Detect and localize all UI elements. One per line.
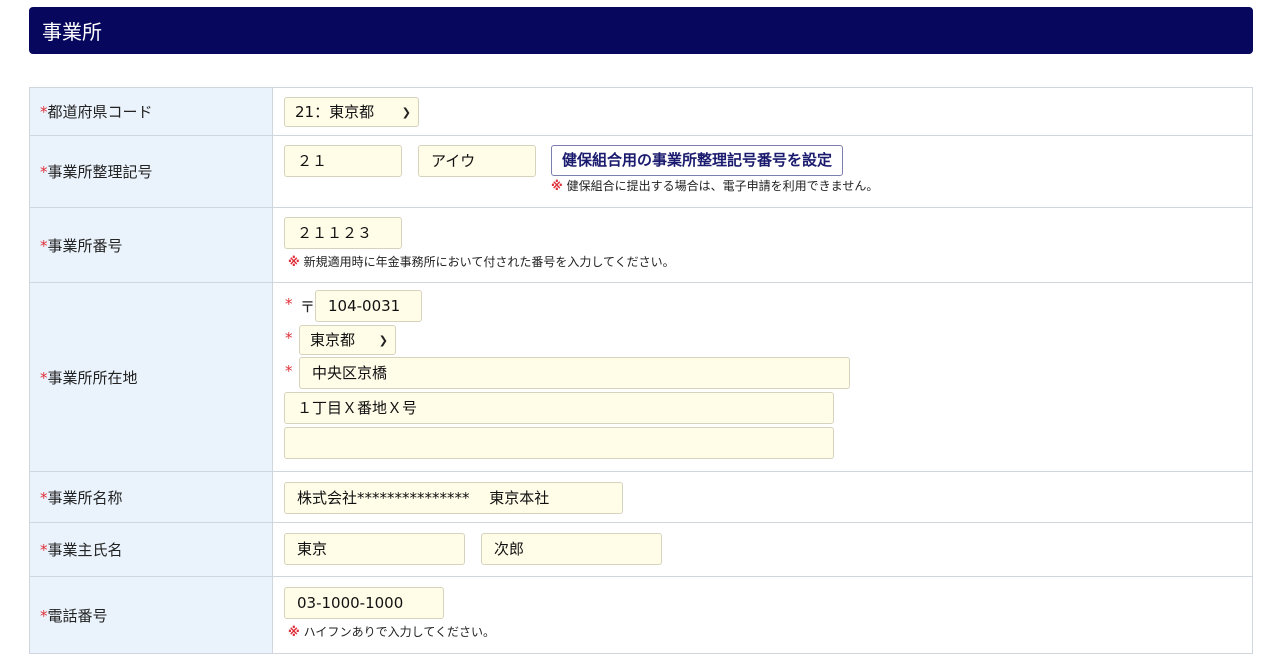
office-number-note-text: 新規適用時に年金事務所において付された番号を入力してください。 [303,255,675,269]
phone-note: ※ ハイフンありで入力してください。 [288,623,495,640]
row-address: *事業所所在地 * 〒 104-0031 * 東京都 ❯ * 中央区京橋 １丁目… [29,282,1253,472]
phone-input[interactable]: 03-1000-1000 [284,587,444,619]
required-mark: * [40,541,48,559]
value-cell: 21：東京都 ❯ [272,87,1253,136]
value-cell: 東京 次郎 [272,522,1253,577]
section-title: 事業所 [42,20,102,44]
office-symbol-note-text: 健保組合に提出する場合は、電子申請を利用できません。 [566,179,879,193]
office-symbol-label: 事業所整理記号 [47,163,153,181]
pref-code-value: 21：東京都 [295,103,375,121]
owner-name-label: 事業主氏名 [47,541,123,559]
value-cell: ２１１２３ ※ 新規適用時に年金事務所において付された番号を入力してください。 [272,207,1253,283]
city-input[interactable]: 中央区京橋 [299,357,850,389]
street-input[interactable]: １丁目Ｘ番地Ｘ号 [284,392,834,424]
note-mark: ※ [551,179,563,193]
label-cell: *事業所整理記号 [29,135,273,208]
owner-first-name-input[interactable]: 次郎 [481,533,662,565]
office-name-label: 事業所名称 [47,488,123,507]
chevron-down-icon: ❯ [401,106,411,119]
row-office-symbol: *事業所整理記号 ２１ アイウ 健保組合用の事業所整理記号番号を設定 ※ 健保組合… [29,135,1253,208]
note-mark: ※ [288,255,300,269]
required-mark: * [40,236,48,255]
owner-last-name-input[interactable]: 東京 [284,533,465,565]
chevron-down-icon: ❯ [378,334,388,347]
office-name-input[interactable]: 株式会社*************** 東京本社 [284,482,623,514]
label-cell: *事業主氏名 [29,522,273,577]
row-office-number: *事業所番号 ２１１２３ ※ 新規適用時に年金事務所において付された番号を入力して… [29,207,1253,283]
phone-label: 電話番号 [47,606,108,625]
value-cell: * 〒 104-0031 * 東京都 ❯ * 中央区京橋 １丁目Ｘ番地Ｘ号 [272,282,1253,472]
label-cell: *都道府県コード [29,87,273,136]
required-mark: * [285,295,293,313]
value-cell: 株式会社*************** 東京本社 [272,471,1253,523]
building-input[interactable] [284,427,834,459]
row-pref-code: *都道府県コード 21：東京都 ❯ [29,87,1253,136]
label-cell: *事業所所在地 [29,282,273,472]
office-form-table: *都道府県コード 21：東京都 ❯ *事業所整理記号 ２１ アイウ 健保組合用の… [29,87,1253,654]
postal-mark: 〒 [300,298,316,316]
required-mark: * [40,368,48,387]
required-mark: * [40,488,48,507]
office-symbol-input-1[interactable]: ２１ [284,145,402,177]
pref-code-label: 都道府県コード [47,103,153,121]
office-number-label: 事業所番号 [47,236,123,255]
postal-code-input[interactable]: 104-0031 [315,290,422,322]
row-phone: *電話番号 03-1000-1000 ※ ハイフンありで入力してください。 [29,576,1253,654]
note-mark: ※ [288,625,300,639]
required-mark: * [285,329,293,347]
label-cell: *事業所名称 [29,471,273,523]
required-mark: * [40,163,48,181]
value-cell: ２１ アイウ 健保組合用の事業所整理記号番号を設定 ※ 健保組合に提出する場合は、… [272,135,1253,208]
office-symbol-input-2[interactable]: アイウ [418,145,536,177]
phone-note-text: ハイフンありで入力してください。 [303,625,495,639]
prefecture-select[interactable]: 東京都 ❯ [299,325,396,355]
required-mark: * [40,606,48,625]
office-number-note: ※ 新規適用時に年金事務所において付された番号を入力してください。 [288,253,675,270]
label-cell: *事業所番号 [29,207,273,283]
set-health-union-symbol-button[interactable]: 健保組合用の事業所整理記号番号を設定 [551,145,844,176]
section-header: 事業所 [29,7,1253,54]
required-mark: * [40,103,48,121]
pref-code-select[interactable]: 21：東京都 ❯ [284,97,419,127]
row-owner-name: *事業主氏名 東京 次郎 [29,522,1253,577]
row-office-name: *事業所名称 株式会社*************** 東京本社 [29,471,1253,523]
label-cell: *電話番号 [29,576,273,654]
office-symbol-note: ※ 健保組合に提出する場合は、電子申請を利用できません。 [551,177,878,194]
value-cell: 03-1000-1000 ※ ハイフンありで入力してください。 [272,576,1253,654]
office-number-input[interactable]: ２１１２３ [284,217,402,249]
address-label: 事業所所在地 [47,368,138,387]
prefecture-value: 東京都 [310,331,356,349]
required-mark: * [285,362,293,380]
